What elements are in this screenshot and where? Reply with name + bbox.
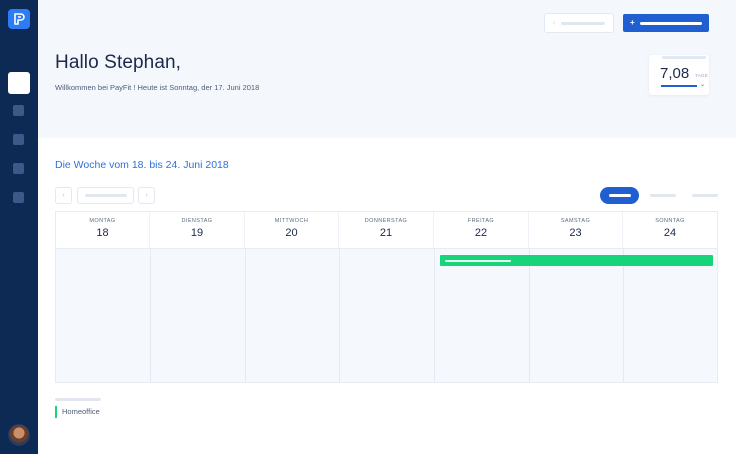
- day-header-saturday: SAMSTAG 23: [529, 212, 623, 248]
- view-toggle-week[interactable]: [600, 187, 639, 204]
- avatar[interactable]: [8, 424, 30, 446]
- chevron-left-icon: ‹: [553, 19, 556, 27]
- week-title: Die Woche vom 18. bis 24. Juni 2018: [55, 159, 229, 171]
- toggle-label-placeholder: [608, 194, 631, 197]
- column-divider: [434, 248, 435, 382]
- day-header-thursday: DONNERSTAG 21: [339, 212, 434, 248]
- plus-icon: +: [630, 18, 635, 27]
- sidebar-item-2[interactable]: [13, 105, 24, 116]
- legend-swatch: [55, 405, 57, 418]
- legend-title-placeholder: [55, 398, 101, 401]
- header: ‹ + Hallo Stephan, Willkommen bei PayFit…: [38, 0, 736, 138]
- day-header-sunday: SONNTAG 24: [655, 218, 685, 239]
- days-balance-value: 7,08: [660, 65, 690, 82]
- event-label-placeholder: [445, 259, 511, 262]
- column-divider: [339, 248, 340, 382]
- chevron-down-icon[interactable]: ⌄: [700, 81, 705, 88]
- days-balance-unit: TAGE: [695, 73, 709, 78]
- sidebar-item-5[interactable]: [13, 192, 24, 203]
- week-range-selector[interactable]: [77, 187, 134, 204]
- page-title: Hallo Stephan,: [55, 52, 182, 73]
- add-button[interactable]: +: [623, 14, 709, 32]
- legend-label: Homeoffice: [62, 407, 100, 416]
- prev-week-button[interactable]: ‹: [55, 187, 72, 204]
- sidebar-item-3[interactable]: [13, 134, 24, 145]
- payfit-logo-icon[interactable]: [8, 9, 30, 29]
- button-label-placeholder: [639, 21, 702, 25]
- range-label-placeholder: [84, 194, 127, 197]
- days-balance-card[interactable]: 7,08 TAGE ⌄: [649, 55, 709, 95]
- week-calendar: MONTAG 18 DIENSTAG 19 MITTWOCH 20 DONNER…: [55, 211, 718, 383]
- legend-item-homeoffice: Homeoffice: [55, 405, 100, 418]
- calendar-grid[interactable]: [56, 248, 717, 382]
- day-header-monday: MONTAG 18: [56, 212, 150, 248]
- view-toggle-month[interactable]: [650, 194, 676, 197]
- next-week-button[interactable]: ›: [138, 187, 155, 204]
- homeoffice-event[interactable]: [440, 255, 713, 266]
- view-toggle-year[interactable]: [692, 194, 718, 197]
- secondary-button[interactable]: ‹: [544, 13, 614, 33]
- day-header-wednesday: MITTWOCH 20: [245, 212, 339, 248]
- chevron-right-icon: ›: [145, 192, 148, 199]
- card-label-placeholder: [662, 56, 706, 59]
- day-header-friday: FREITAG 22: [434, 212, 529, 248]
- column-divider: [529, 248, 530, 382]
- sidebar-item-4[interactable]: [13, 163, 24, 174]
- welcome-subtitle: Willkommen bei PayFit ! Heute ist Sonnta…: [55, 83, 260, 92]
- day-header-tuesday: DIENSTAG 19: [150, 212, 245, 248]
- button-label-placeholder: [561, 21, 606, 25]
- column-divider: [623, 248, 624, 382]
- chevron-left-icon: ‹: [62, 192, 65, 199]
- sidebar: [0, 0, 38, 454]
- active-underline: [661, 85, 697, 87]
- column-divider: [245, 248, 246, 382]
- column-divider: [150, 248, 151, 382]
- sidebar-item-home[interactable]: [8, 72, 30, 94]
